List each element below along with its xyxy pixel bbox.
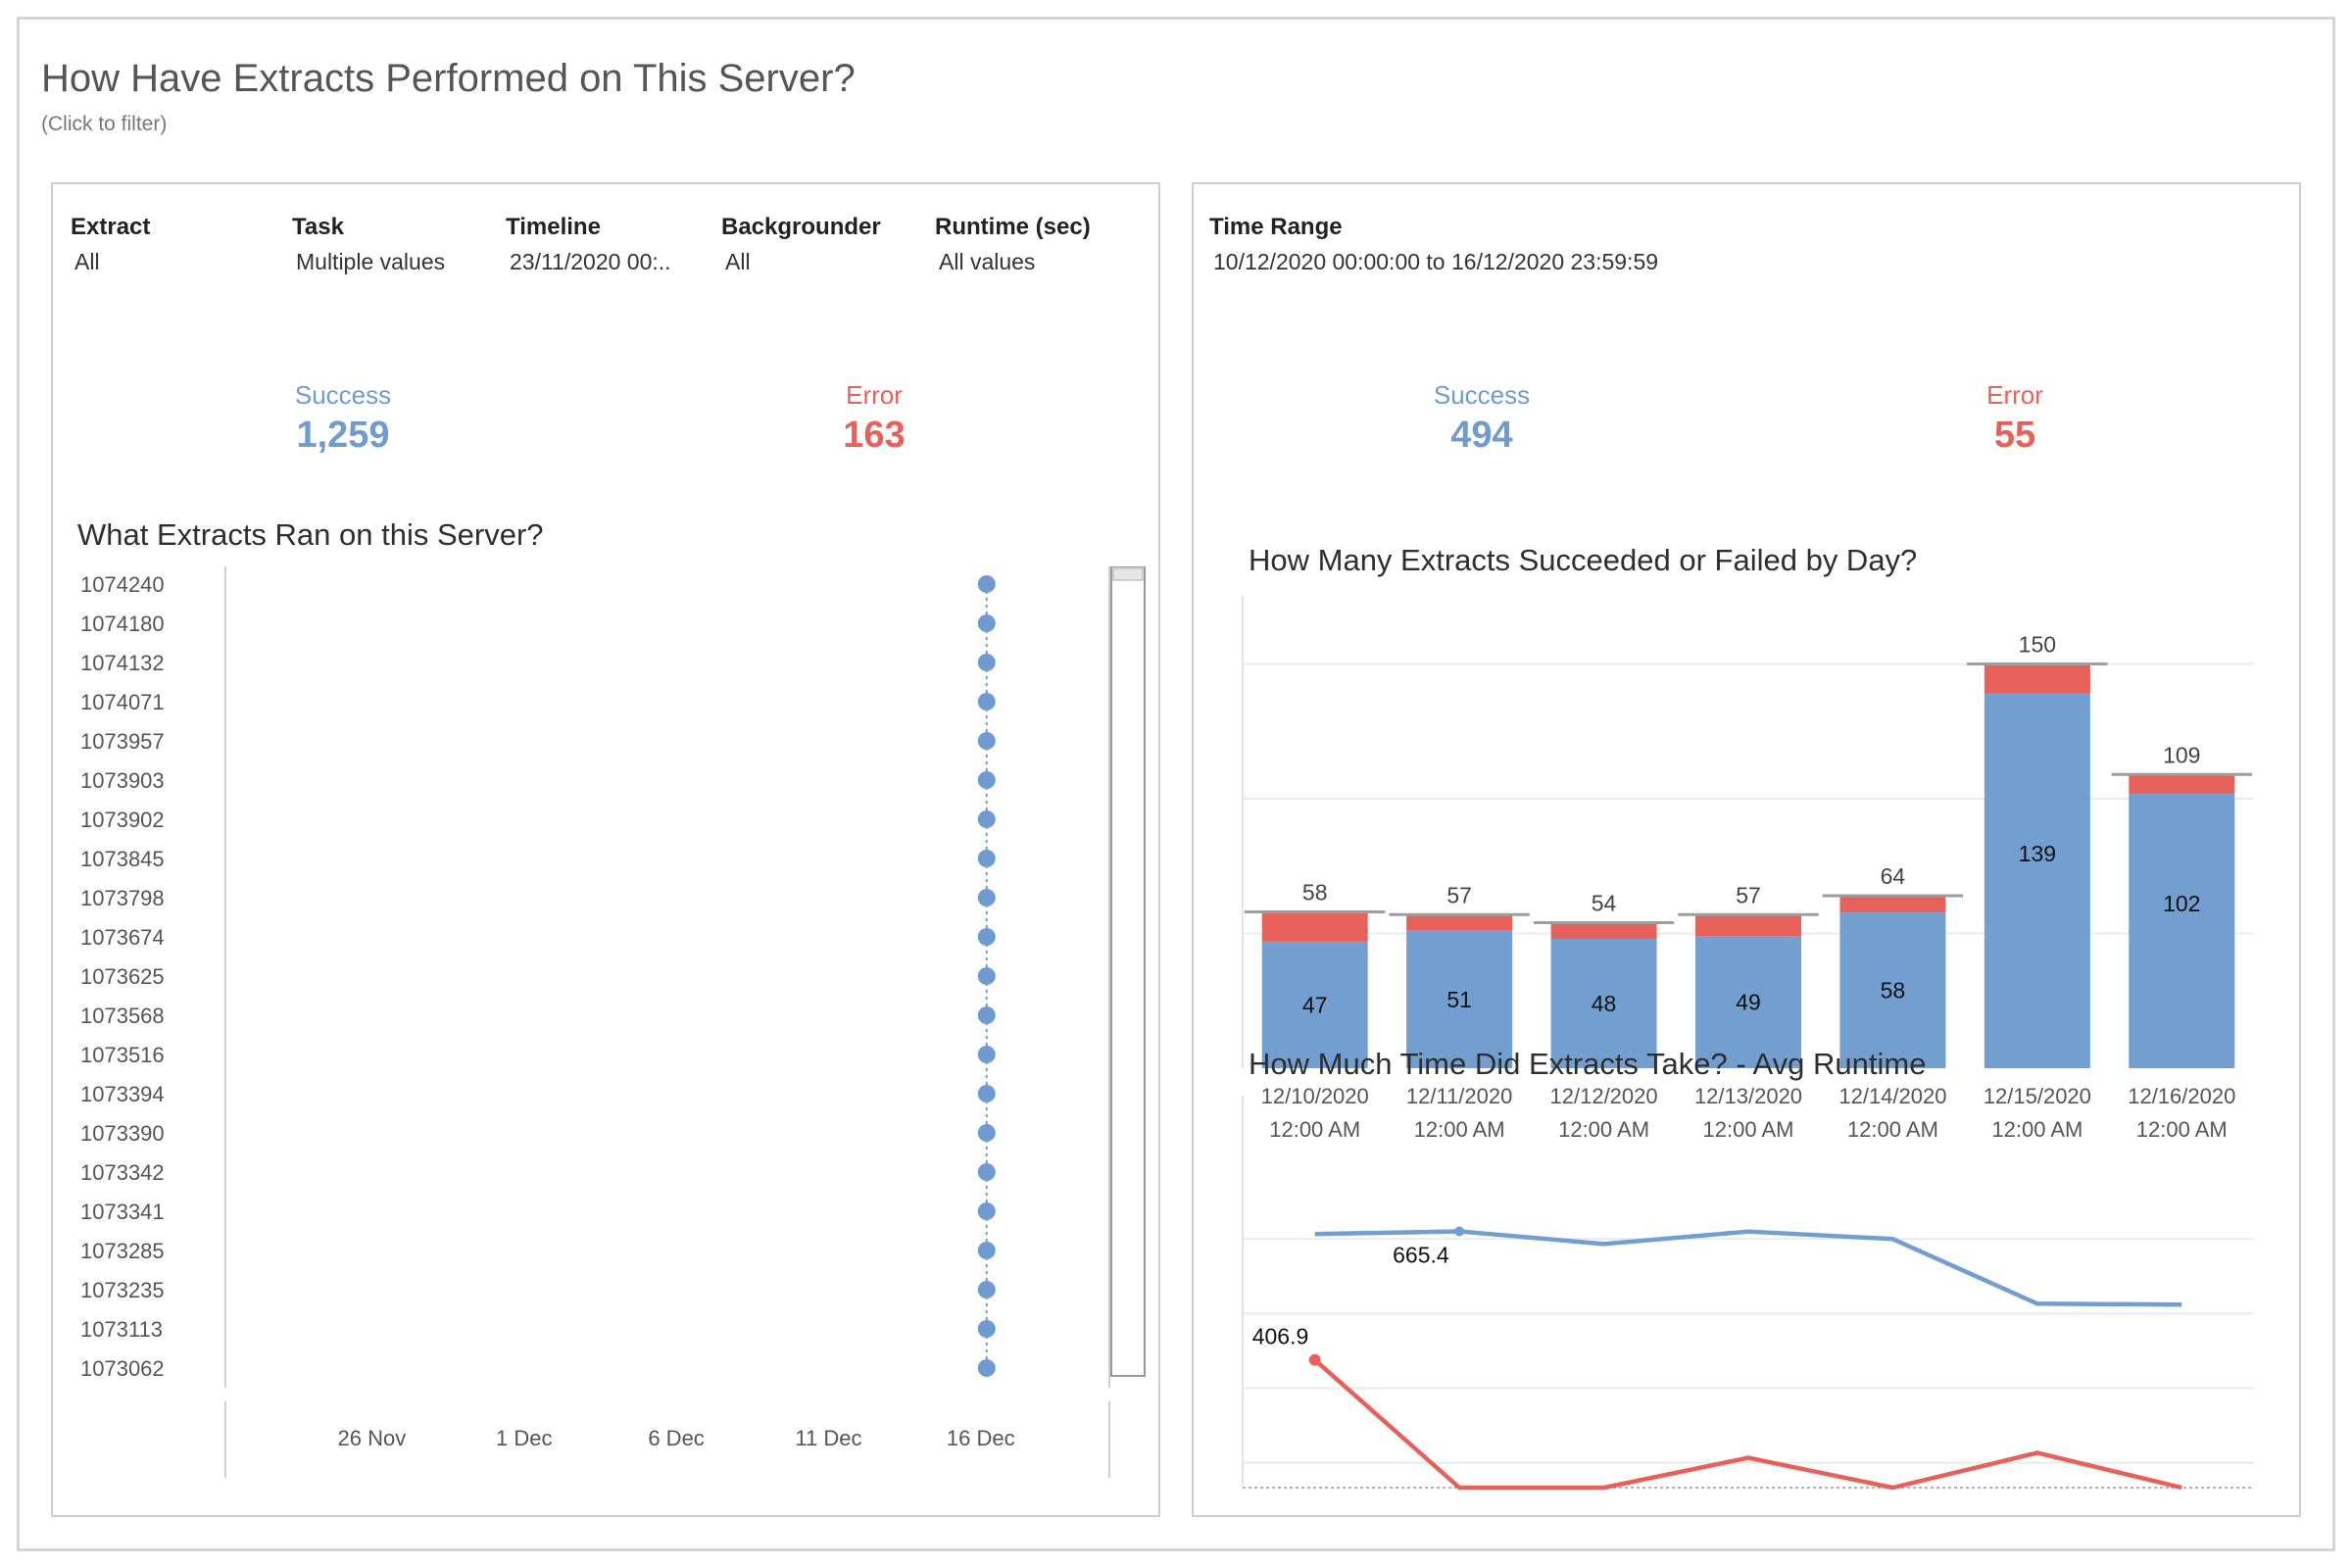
total-label: 150: [2019, 632, 2056, 658]
total-label: 109: [2163, 742, 2200, 767]
bar-chart-title: How Many Extracts Succeeded or Failed by…: [1249, 543, 1918, 577]
y-tick-label: 1073516: [80, 1043, 165, 1067]
data-point: [1454, 1226, 1465, 1237]
filter-label: Time Range: [1209, 214, 1343, 240]
filter-label: Extract: [71, 214, 151, 240]
success-label: 58: [1881, 977, 1906, 1003]
bar-success: [1984, 693, 2090, 1068]
clip-mask: [53, 1388, 1111, 1401]
bar-success: [2129, 793, 2235, 1068]
filter-task[interactable]: Task Multiple values: [292, 214, 445, 275]
filter-value: 23/11/2020 00:..: [510, 249, 671, 274]
filter-time-range[interactable]: Time Range 10/12/2020 00:00:00 to 16/12/…: [1209, 214, 1658, 275]
filter-value: 10/12/2020 00:00:00 to 16/12/2020 23:59:…: [1213, 249, 1659, 274]
x-tick-label: 1 Dec: [496, 1426, 552, 1450]
y-tick-label: 1073113: [80, 1317, 163, 1342]
success-label: 49: [1736, 990, 1761, 1015]
avg-runtime-line-chart[interactable]: 665.4406.912/10/202012:00 AM12/11/202012…: [1194, 1096, 2299, 1507]
left-panel: Extract All Task Multiple values Timelin…: [51, 182, 1160, 1517]
success-label: 48: [1592, 991, 1617, 1016]
y-tick-label: 1073341: [80, 1200, 165, 1224]
kpi-error[interactable]: Error 163: [843, 380, 905, 457]
total-label: 57: [1446, 882, 1472, 907]
total-label: 57: [1736, 882, 1761, 907]
filter-label: Runtime (sec): [935, 214, 1091, 240]
filter-runtime[interactable]: Runtime (sec) All values: [935, 214, 1091, 275]
kpi-success-value: 494: [1450, 415, 1513, 456]
kpi-success-label: Success: [294, 380, 392, 410]
filter-value: All: [725, 249, 751, 274]
x-tick-label: 6 Dec: [648, 1426, 704, 1450]
filter-extract[interactable]: Extract All: [71, 214, 150, 275]
y-tick-label: 1074240: [80, 572, 165, 597]
bar-error: [1984, 663, 2090, 694]
bar-error: [1550, 922, 1657, 939]
y-tick-label: 1073674: [80, 925, 165, 950]
kpi-error-label: Error: [846, 380, 903, 410]
bar-error: [2129, 774, 2235, 794]
y-tick-label: 1074180: [80, 612, 165, 636]
right-panel: Time Range 10/12/2020 00:00:00 to 16/12/…: [1192, 182, 2301, 1517]
scrollbar-track: [1110, 566, 1146, 1377]
extracts-chart-title: What Extracts Ran on this Server?: [77, 517, 544, 552]
total-label: 64: [1881, 863, 1906, 889]
data-label: 665.4: [1393, 1242, 1449, 1267]
data-point: [977, 1359, 996, 1377]
kpi-error-value: 55: [1993, 415, 2036, 456]
y-tick-label: 1074132: [80, 651, 165, 675]
kpi-success[interactable]: Success 1,259: [295, 380, 391, 457]
x-tick-label: 11 Dec: [795, 1426, 861, 1450]
success-label: 51: [1446, 987, 1472, 1012]
y-tick-label: 1073957: [80, 729, 165, 754]
success-label: 47: [1302, 992, 1328, 1017]
kpi-error[interactable]: Error 55: [1986, 380, 2043, 457]
total-label: 58: [1302, 880, 1328, 906]
y-tick-label: 1073394: [80, 1082, 165, 1106]
kpi-success-value: 1,259: [296, 415, 390, 456]
page-title: How Have Extracts Performed on This Serv…: [41, 57, 856, 100]
y-tick-label: 1073342: [80, 1160, 165, 1185]
y-tick-label: 1074071: [80, 690, 165, 714]
filter-label: Timeline: [506, 214, 601, 240]
filter-value: Multiple values: [296, 249, 446, 274]
daily-status-bar-chart[interactable]: 584712/10/202012:00 AM575112/11/202012:0…: [1194, 596, 2299, 1174]
bar-error: [1839, 896, 1946, 912]
y-tick-label: 1073625: [80, 964, 165, 989]
y-tick-label: 1073568: [80, 1004, 165, 1028]
filter-label: Backgrounder: [721, 214, 881, 240]
y-tick-label: 1073285: [80, 1239, 165, 1263]
total-label: 54: [1592, 891, 1617, 916]
filter-backgrounder[interactable]: Backgrounder All: [721, 214, 881, 275]
y-tick-label: 1073903: [80, 768, 165, 793]
y-tick-label: 1073902: [80, 808, 165, 832]
bar-error: [1406, 914, 1513, 931]
filter-value: All: [74, 249, 100, 274]
data-point: [1308, 1353, 1321, 1366]
page-subtitle: (Click to filter): [41, 113, 168, 135]
y-tick-label: 1073235: [80, 1278, 165, 1302]
y-tick-label: 1073062: [80, 1356, 165, 1381]
success-label: 139: [2019, 841, 2056, 866]
y-tick-label: 1073798: [80, 886, 165, 910]
extracts-scatter-chart[interactable]: 1074240 1074180 1074132 1074071 1073957 10739…: [53, 566, 1158, 1488]
bar-error: [1695, 914, 1801, 937]
success-label: 102: [2163, 891, 2200, 916]
filter-label: Task: [292, 214, 344, 240]
kpi-error-label: Error: [1986, 380, 2043, 410]
data-label: 406.9: [1252, 1324, 1309, 1349]
kpi-success[interactable]: Success 494: [1434, 380, 1530, 457]
kpi-success-label: Success: [1433, 380, 1531, 410]
x-tick-label: 26 Nov: [337, 1426, 406, 1450]
filter-timeline[interactable]: Timeline 23/11/2020 00:..: [506, 214, 671, 275]
y-tick-label: 1073390: [80, 1121, 165, 1146]
x-tick-label: 16 Dec: [947, 1426, 1015, 1450]
error-runtime-line: [1313, 1357, 2182, 1491]
kpi-error-value: 163: [843, 415, 906, 456]
bar-error: [1261, 911, 1368, 942]
y-tick-label: 1073845: [80, 847, 165, 871]
line-chart-title: How Much Time Did Extracts Take? - Avg R…: [1249, 1047, 1927, 1081]
filter-value: All values: [939, 249, 1036, 274]
scrollbar-thumb: [1112, 567, 1144, 581]
